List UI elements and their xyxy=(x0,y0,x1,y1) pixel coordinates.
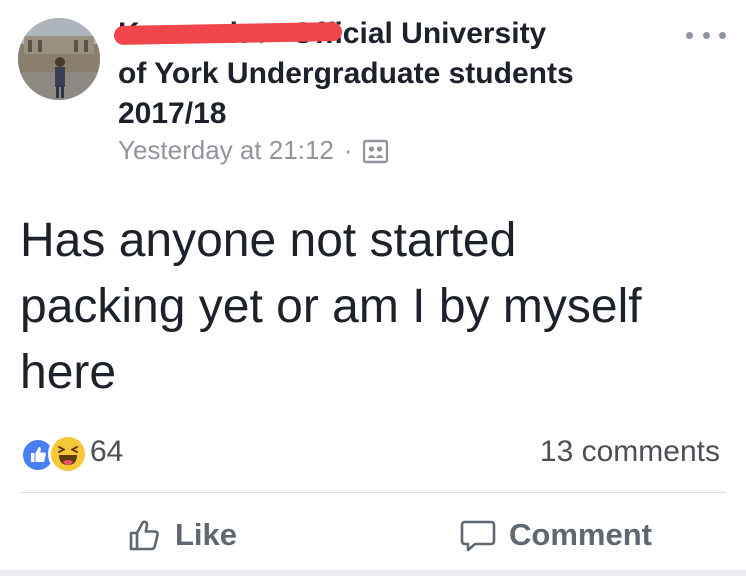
comment-label: Comment xyxy=(509,517,652,552)
post-meta: Yesterday at 21:12 · xyxy=(118,133,388,167)
reactions-summary[interactable]: 64 xyxy=(20,432,124,474)
group-icon[interactable] xyxy=(362,138,388,163)
post-timestamp[interactable]: Yesterday at 21:12 xyxy=(118,133,334,167)
actions-divider xyxy=(20,492,726,493)
comment-button[interactable]: Comment xyxy=(459,510,652,560)
reaction-icons xyxy=(20,432,88,474)
thumbs-up-icon xyxy=(129,520,159,551)
meta-separator: · xyxy=(343,135,353,165)
post-text-line: here xyxy=(20,346,117,399)
avatar-photo xyxy=(18,18,100,100)
post-text-line: packing yet or am I by myself xyxy=(20,280,642,333)
redaction-mark xyxy=(113,22,343,45)
author-avatar[interactable] xyxy=(18,18,100,100)
post-header-title: K———h ▶ Official Universityof York Under… xyxy=(113,14,678,134)
post-actions-bar: Like Comment xyxy=(0,510,746,560)
haha-icon xyxy=(48,434,88,474)
more-options-icon[interactable] xyxy=(686,24,726,46)
like-label: Like xyxy=(175,517,238,552)
post-body: Has anyone not started packing yet or am… xyxy=(20,208,740,406)
comment-bubble-icon xyxy=(460,520,496,552)
like-button[interactable]: Like xyxy=(127,510,237,560)
post-bottom-border xyxy=(0,570,746,576)
comments-count-link[interactable]: 13 comments xyxy=(540,434,720,470)
post-text-line: Has anyone not started xyxy=(20,214,517,267)
author-name-link[interactable]: K———h xyxy=(113,14,343,54)
reaction-count: 64 xyxy=(90,435,124,468)
